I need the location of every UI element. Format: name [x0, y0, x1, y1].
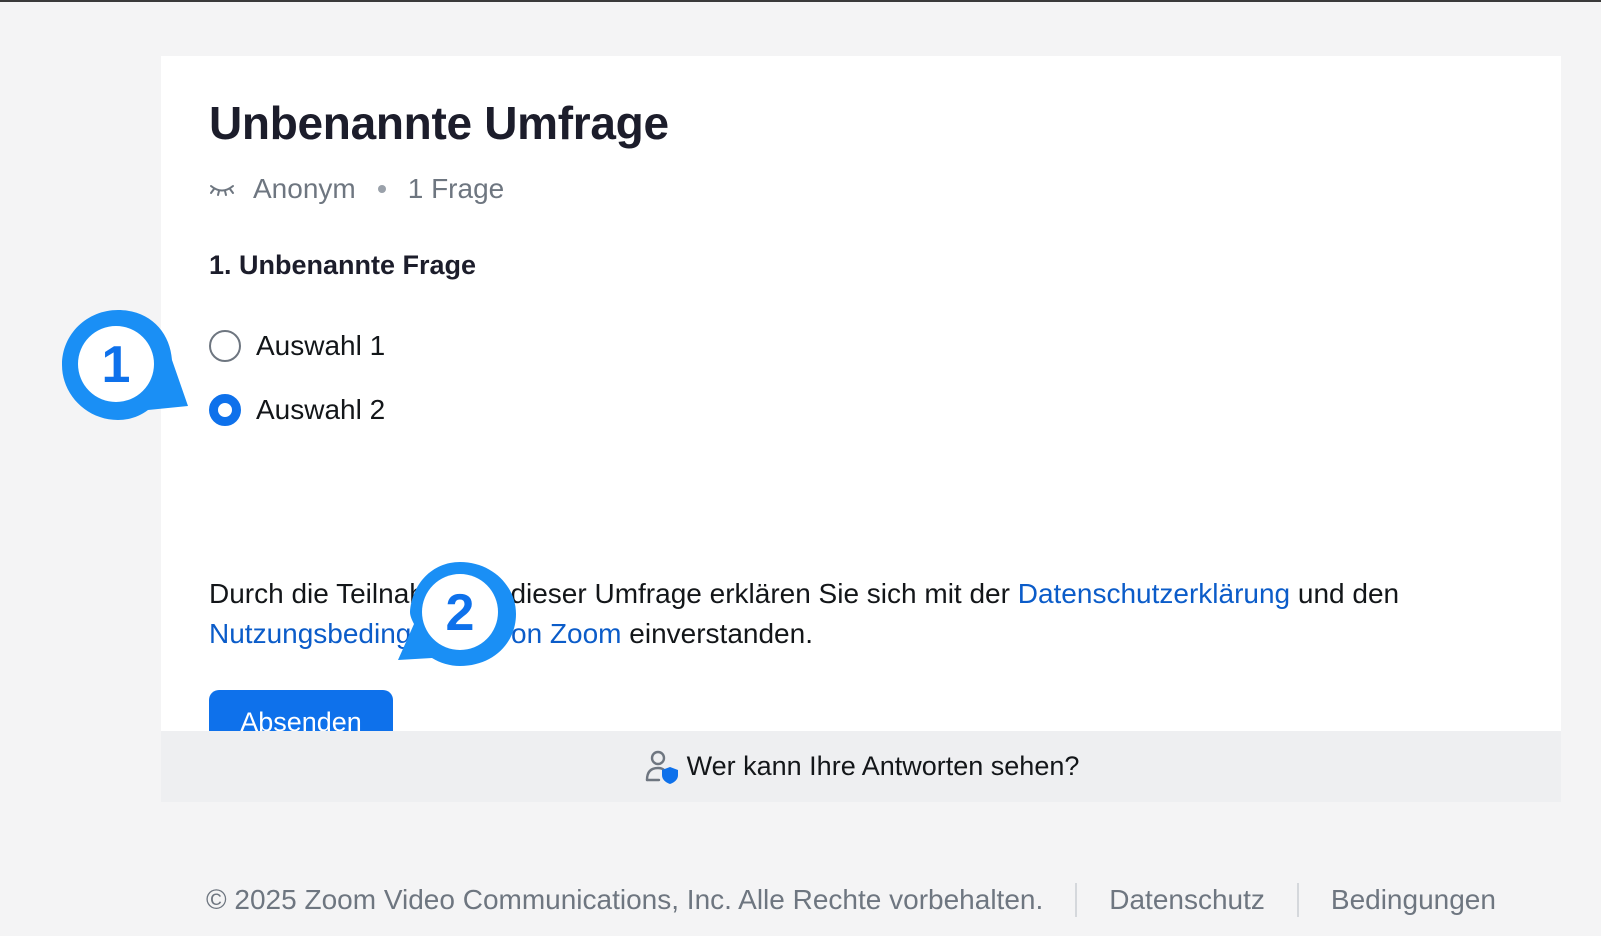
eye-closed-icon [209, 179, 235, 199]
choice-1[interactable]: Auswahl 1 [209, 328, 385, 364]
survey-title: Unbenannte Umfrage [209, 97, 669, 149]
survey-card: Unbenannte Umfrage Anonym 1 Frage 1. Unb… [161, 56, 1561, 754]
callout-badge-2-number: 2 [446, 584, 475, 642]
top-border [0, 0, 1601, 2]
footer-divider [1296, 883, 1299, 917]
response-visibility-bar[interactable]: Wer kann Ihre Antworten sehen? [161, 731, 1561, 802]
callout-badge-2: 2 [398, 562, 516, 666]
survey-meta: Anonym 1 Frage [209, 172, 504, 206]
choice-1-label: Auswahl 1 [256, 330, 386, 361]
radio-button-choice-2[interactable] [209, 394, 241, 426]
footer-privacy-link[interactable]: Datenschutz [1109, 884, 1265, 916]
radio-button-choice-1[interactable] [209, 330, 241, 362]
choice-2-label: Auswahl 2 [256, 394, 386, 425]
footer-divider [1075, 883, 1078, 917]
question-title: 1. Unbenannte Frage [209, 250, 477, 280]
consent-text-before: Durch die Teilnahme an dieser Umfrage er… [209, 578, 1018, 609]
response-visibility-label: Wer kann Ihre Antworten sehen? [686, 751, 1080, 781]
callout-badge-1-number: 1 [102, 336, 131, 394]
footer-terms-link[interactable]: Bedingungen [1331, 884, 1496, 916]
consent-text-after: einverstanden. [621, 618, 813, 649]
choice-2[interactable]: Auswahl 2 [209, 392, 385, 428]
user-shield-icon [643, 748, 681, 786]
callout-badge-1: 1 [62, 310, 188, 420]
consent-text-middle: und den [1290, 578, 1400, 609]
meta-separator-dot [377, 185, 386, 193]
copyright-text: © 2025 Zoom Video Communications, Inc. A… [206, 884, 1044, 915]
question-count: 1 Frage [407, 173, 505, 204]
privacy-policy-link[interactable]: Datenschutzerklärung [1018, 578, 1290, 609]
page-footer: © 2025 Zoom Video Communications, Inc. A… [206, 878, 1496, 922]
anonymous-label: Anonym [253, 173, 356, 204]
